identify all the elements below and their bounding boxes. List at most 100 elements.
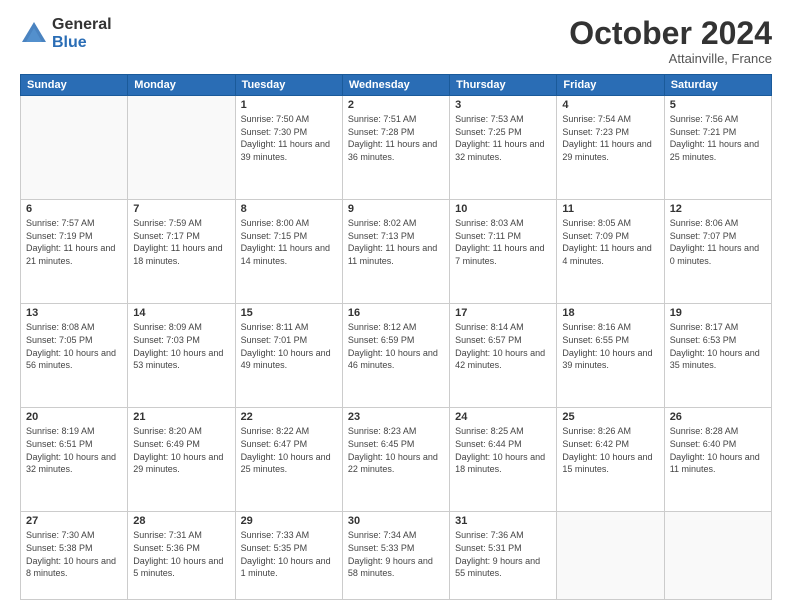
table-row: 1 Sunrise: 7:50 AM Sunset: 7:30 PM Daylig… bbox=[235, 96, 342, 200]
day-number: 25 bbox=[562, 411, 658, 423]
page: General Blue October 2024 Attainville, F… bbox=[0, 0, 792, 612]
table-row: 12Sunrise: 8:06 AM Sunset: 7:07 PM Dayli… bbox=[664, 200, 771, 304]
table-row: 18 Sunrise: 8:16 AM Sunset: 6:55 PM Dayli… bbox=[557, 304, 664, 408]
table-row: 6Sunrise: 7:57 AM Sunset: 7:19 PM Daylig… bbox=[21, 200, 128, 304]
day-detail: Sunrise: 8:14 AM Sunset: 6:57 PM Dayligh… bbox=[455, 321, 551, 371]
header-thursday: Thursday bbox=[450, 75, 557, 96]
day-number: 28 bbox=[133, 515, 229, 527]
logo-general-text: General bbox=[52, 16, 112, 34]
logo-blue-text: Blue bbox=[52, 34, 112, 52]
table-row: 24 Sunrise: 8:25 AM Sunset: 6:44 PM Dayli… bbox=[450, 408, 557, 512]
table-row bbox=[21, 96, 128, 200]
day-detail: Sunrise: 7:34 AM Sunset: 5:33 PM Dayligh… bbox=[348, 529, 444, 579]
day-detail: Sunrise: 8:26 AM Sunset: 6:42 PM Dayligh… bbox=[562, 425, 658, 475]
table-row: 31 Sunrise: 7:36 AM Sunset: 5:31 PM Dayli… bbox=[450, 512, 557, 600]
table-row: 27 Sunrise: 7:30 AM Sunset: 5:38 PM Dayli… bbox=[21, 512, 128, 600]
day-detail: Sunrise: 7:50 AM Sunset: 7:30 PM Dayligh… bbox=[241, 113, 337, 163]
day-number: 8 bbox=[241, 203, 337, 215]
day-detail: Sunrise: 8:02 AM Sunset: 7:13 PM Dayligh… bbox=[348, 217, 444, 267]
day-detail: Sunrise: 8:05 AM Sunset: 7:09 PM Dayligh… bbox=[562, 217, 658, 267]
day-number: 21 bbox=[133, 411, 229, 423]
day-detail: Sunrise: 7:53 AM Sunset: 7:25 PM Dayligh… bbox=[455, 113, 551, 163]
day-detail: Sunrise: 7:56 AM Sunset: 7:21 PM Dayligh… bbox=[670, 113, 766, 163]
table-row: 28Sunrise: 7:31 AM Sunset: 5:36 PM Dayli… bbox=[128, 512, 235, 600]
table-row: 11Sunrise: 8:05 AM Sunset: 7:09 PM Dayli… bbox=[557, 200, 664, 304]
day-detail: Sunrise: 8:20 AM Sunset: 6:49 PM Dayligh… bbox=[133, 425, 229, 475]
day-detail: Sunrise: 8:12 AM Sunset: 6:59 PM Dayligh… bbox=[348, 321, 444, 371]
month-title: October 2024 bbox=[569, 16, 772, 51]
day-number: 9 bbox=[348, 203, 444, 215]
header-tuesday: Tuesday bbox=[235, 75, 342, 96]
day-number: 3 bbox=[455, 99, 551, 111]
day-number: 30 bbox=[348, 515, 444, 527]
day-detail: Sunrise: 8:25 AM Sunset: 6:44 PM Dayligh… bbox=[455, 425, 551, 475]
day-detail: Sunrise: 8:19 AM Sunset: 6:51 PM Dayligh… bbox=[26, 425, 122, 475]
table-row: 16 Sunrise: 8:12 AM Sunset: 6:59 PM Dayli… bbox=[342, 304, 449, 408]
day-detail: Sunrise: 8:17 AM Sunset: 6:53 PM Dayligh… bbox=[670, 321, 766, 371]
day-number: 16 bbox=[348, 307, 444, 319]
day-detail: Sunrise: 8:28 AM Sunset: 6:40 PM Dayligh… bbox=[670, 425, 766, 475]
day-number: 10 bbox=[455, 203, 551, 215]
day-detail: Sunrise: 7:57 AM Sunset: 7:19 PM Dayligh… bbox=[26, 217, 122, 267]
table-row: 13Sunrise: 8:08 AM Sunset: 7:05 PM Dayli… bbox=[21, 304, 128, 408]
day-number: 24 bbox=[455, 411, 551, 423]
day-detail: Sunrise: 8:22 AM Sunset: 6:47 PM Dayligh… bbox=[241, 425, 337, 475]
day-detail: Sunrise: 8:03 AM Sunset: 7:11 PM Dayligh… bbox=[455, 217, 551, 267]
day-detail: Sunrise: 7:51 AM Sunset: 7:28 PM Dayligh… bbox=[348, 113, 444, 163]
day-number: 27 bbox=[26, 515, 122, 527]
day-detail: Sunrise: 7:36 AM Sunset: 5:31 PM Dayligh… bbox=[455, 529, 551, 579]
day-number: 4 bbox=[562, 99, 658, 111]
table-row: 14 Sunrise: 8:09 AM Sunset: 7:03 PM Dayli… bbox=[128, 304, 235, 408]
table-row: 3 Sunrise: 7:53 AM Sunset: 7:25 PM Daylig… bbox=[450, 96, 557, 200]
table-row: 15 Sunrise: 8:11 AM Sunset: 7:01 PM Dayli… bbox=[235, 304, 342, 408]
table-row: 9 Sunrise: 8:02 AM Sunset: 7:13 PM Daylig… bbox=[342, 200, 449, 304]
table-row: 23 Sunrise: 8:23 AM Sunset: 6:45 PM Dayli… bbox=[342, 408, 449, 512]
day-number: 2 bbox=[348, 99, 444, 111]
table-row: 10 Sunrise: 8:03 AM Sunset: 7:11 PM Dayli… bbox=[450, 200, 557, 304]
day-detail: Sunrise: 8:00 AM Sunset: 7:15 PM Dayligh… bbox=[241, 217, 337, 267]
day-number: 14 bbox=[133, 307, 229, 319]
header-friday: Friday bbox=[557, 75, 664, 96]
day-detail: Sunrise: 8:16 AM Sunset: 6:55 PM Dayligh… bbox=[562, 321, 658, 371]
table-row: 29 Sunrise: 7:33 AM Sunset: 5:35 PM Dayli… bbox=[235, 512, 342, 600]
day-detail: Sunrise: 7:30 AM Sunset: 5:38 PM Dayligh… bbox=[26, 529, 122, 579]
day-detail: Sunrise: 8:11 AM Sunset: 7:01 PM Dayligh… bbox=[241, 321, 337, 371]
day-number: 15 bbox=[241, 307, 337, 319]
day-detail: Sunrise: 8:09 AM Sunset: 7:03 PM Dayligh… bbox=[133, 321, 229, 371]
table-row: 19Sunrise: 8:17 AM Sunset: 6:53 PM Dayli… bbox=[664, 304, 771, 408]
table-row: 2 Sunrise: 7:51 AM Sunset: 7:28 PM Daylig… bbox=[342, 96, 449, 200]
day-number: 26 bbox=[670, 411, 766, 423]
table-row bbox=[128, 96, 235, 200]
table-row bbox=[664, 512, 771, 600]
weekday-header-row: Sunday Monday Tuesday Wednesday Thursday… bbox=[21, 75, 772, 96]
header-monday: Monday bbox=[128, 75, 235, 96]
day-number: 18 bbox=[562, 307, 658, 319]
day-detail: Sunrise: 7:54 AM Sunset: 7:23 PM Dayligh… bbox=[562, 113, 658, 163]
day-number: 7 bbox=[133, 203, 229, 215]
table-row: 25 Sunrise: 8:26 AM Sunset: 6:42 PM Dayli… bbox=[557, 408, 664, 512]
day-detail: Sunrise: 7:33 AM Sunset: 5:35 PM Dayligh… bbox=[241, 529, 337, 579]
header-wednesday: Wednesday bbox=[342, 75, 449, 96]
table-row: 7Sunrise: 7:59 AM Sunset: 7:17 PM Daylig… bbox=[128, 200, 235, 304]
table-row: 30 Sunrise: 7:34 AM Sunset: 5:33 PM Dayli… bbox=[342, 512, 449, 600]
table-row: 20Sunrise: 8:19 AM Sunset: 6:51 PM Dayli… bbox=[21, 408, 128, 512]
table-row: 5 Sunrise: 7:56 AM Sunset: 7:21 PM Daylig… bbox=[664, 96, 771, 200]
table-row: 4 Sunrise: 7:54 AM Sunset: 7:23 PM Daylig… bbox=[557, 96, 664, 200]
table-row: 17Sunrise: 8:14 AM Sunset: 6:57 PM Dayli… bbox=[450, 304, 557, 408]
day-detail: Sunrise: 8:23 AM Sunset: 6:45 PM Dayligh… bbox=[348, 425, 444, 475]
day-detail: Sunrise: 8:06 AM Sunset: 7:07 PM Dayligh… bbox=[670, 217, 766, 267]
day-number: 31 bbox=[455, 515, 551, 527]
day-number: 29 bbox=[241, 515, 337, 527]
location: Attainville, France bbox=[569, 51, 772, 66]
day-number: 23 bbox=[348, 411, 444, 423]
header-sunday: Sunday bbox=[21, 75, 128, 96]
day-number: 1 bbox=[241, 99, 337, 111]
calendar-table: Sunday Monday Tuesday Wednesday Thursday… bbox=[20, 74, 772, 600]
table-row: 8 Sunrise: 8:00 AM Sunset: 7:15 PM Daylig… bbox=[235, 200, 342, 304]
day-number: 22 bbox=[241, 411, 337, 423]
day-number: 5 bbox=[670, 99, 766, 111]
title-block: October 2024 Attainville, France bbox=[569, 16, 772, 66]
table-row: 26 Sunrise: 8:28 AM Sunset: 6:40 PM Dayli… bbox=[664, 408, 771, 512]
logo-text: General Blue bbox=[52, 16, 112, 51]
day-number: 13 bbox=[26, 307, 122, 319]
